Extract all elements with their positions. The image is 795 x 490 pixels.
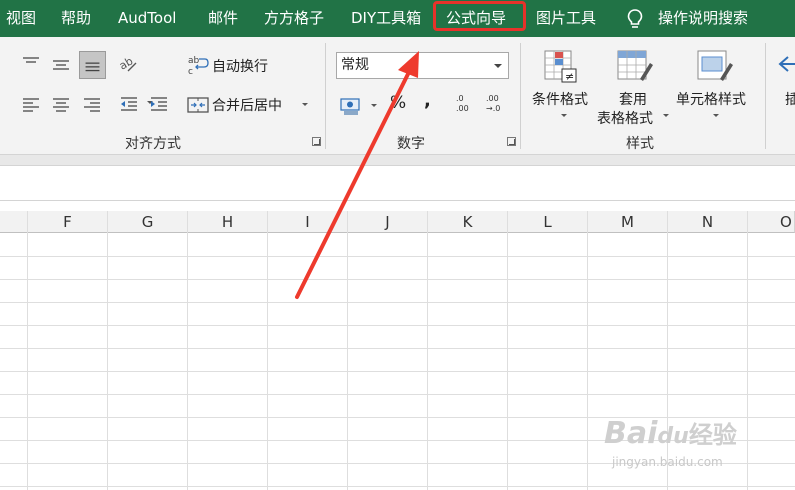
annotation-arrow [295,51,419,299]
